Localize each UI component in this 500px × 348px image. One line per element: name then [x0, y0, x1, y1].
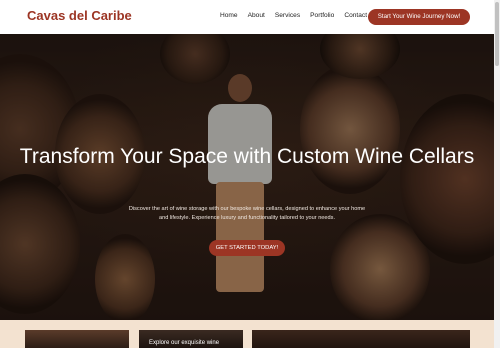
nav-services-link[interactable]: Services: [275, 12, 300, 19]
start-journey-button[interactable]: Start Your Wine Journey Now!: [368, 9, 470, 25]
service-card[interactable]: Explore our exquisite wine: [139, 330, 243, 348]
nav-about-link[interactable]: About: [248, 12, 265, 19]
nav-contact-link[interactable]: Contact: [344, 12, 367, 19]
scrollbar-thumb[interactable]: [495, 2, 499, 66]
hero-subtitle: Discover the art of wine storage with ou…: [128, 206, 366, 221]
nav-portfolio-link[interactable]: Portfolio: [310, 12, 334, 19]
hero-overlay: [0, 34, 494, 320]
service-card[interactable]: [252, 330, 470, 348]
service-card[interactable]: [25, 330, 129, 348]
service-card-text: Explore our exquisite wine: [149, 340, 220, 346]
nav-home-link[interactable]: Home: [220, 12, 238, 19]
main-menu: Home About Services Portfolio Contact: [220, 12, 377, 19]
top-navbar: Cavas del Caribe Home About Services Por…: [0, 0, 494, 34]
brand-logo[interactable]: Cavas del Caribe: [27, 8, 132, 23]
hero-title: Transform Your Space with Custom Wine Ce…: [19, 145, 475, 168]
get-started-button[interactable]: GET STARTED TODAY!: [209, 240, 285, 256]
hero-section: Transform Your Space with Custom Wine Ce…: [0, 34, 494, 320]
